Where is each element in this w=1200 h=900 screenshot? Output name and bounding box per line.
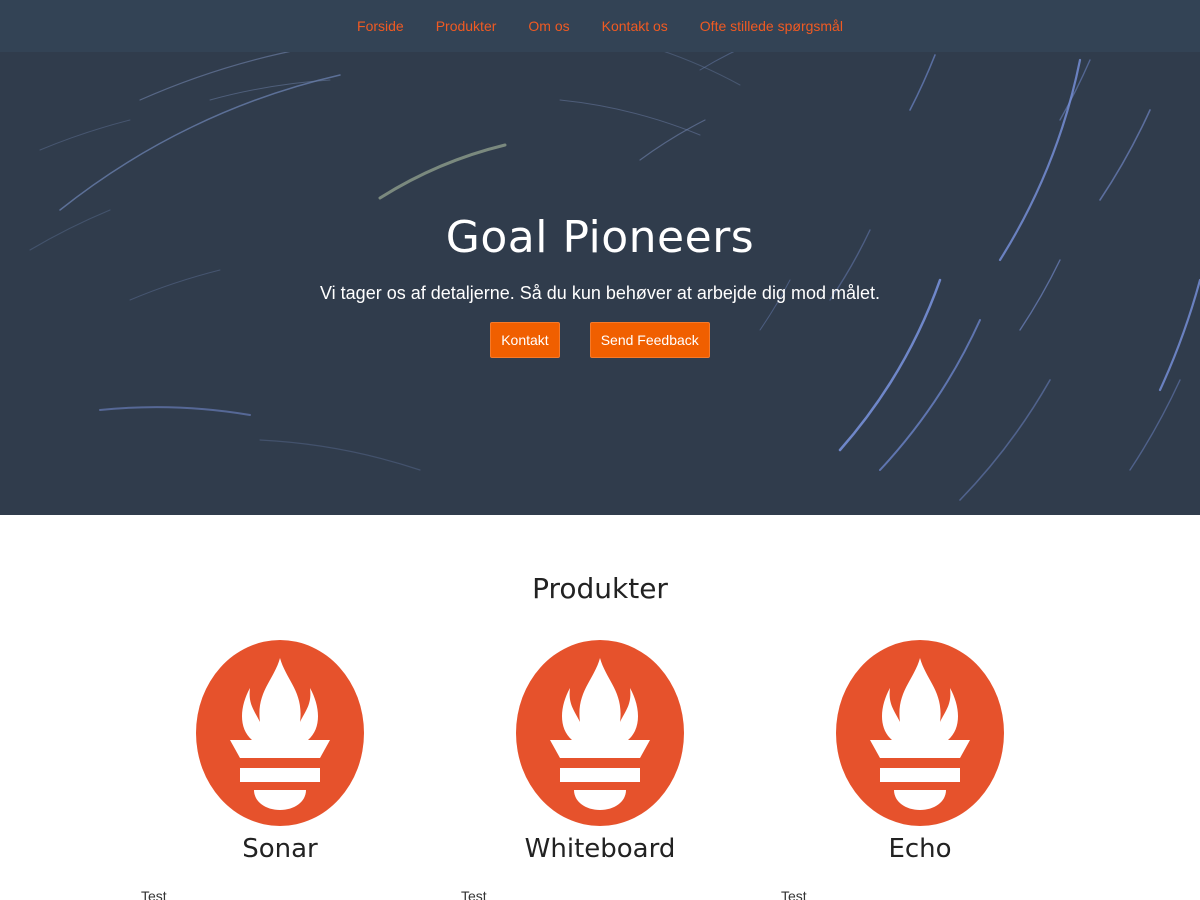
send-feedback-button[interactable]: Send Feedback — [589, 322, 710, 358]
product-card-sonar: Sonar Test — [120, 640, 440, 900]
nav-item-faq[interactable]: Ofte stillede spørgsmål — [700, 18, 843, 34]
hero-subtitle: Vi tager os af detaljerne. Så du kun beh… — [319, 283, 880, 303]
product-card-whiteboard: Whiteboard Test — [440, 640, 760, 900]
nav-item-om-os[interactable]: Om os — [528, 18, 569, 34]
product-name: Echo — [888, 834, 952, 864]
product-name: Whiteboard — [524, 834, 676, 864]
hero-content: Goal Pioneers Vi tager os af detaljerne.… — [0, 212, 1200, 358]
product-description: Test — [781, 888, 807, 900]
hero-buttons: Kontakt Send Feedback — [0, 322, 1200, 358]
products-heading: Produkter — [532, 572, 668, 605]
hero-section: Goal Pioneers Vi tager os af detaljerne.… — [0, 0, 1200, 515]
contact-button[interactable]: Kontakt — [490, 322, 560, 358]
nav-item-produkter[interactable]: Produkter — [436, 18, 497, 34]
top-navbar: Forside Produkter Om os Kontakt os Ofte … — [0, 0, 1200, 52]
hero-title: Goal Pioneers — [445, 212, 755, 263]
nav-item-kontakt-os[interactable]: Kontakt os — [602, 18, 668, 34]
flame-torch-icon — [196, 640, 364, 826]
product-description: Test — [141, 888, 167, 900]
product-description: Test — [461, 888, 487, 900]
product-name: Sonar — [242, 834, 318, 864]
nav-item-forside[interactable]: Forside — [357, 18, 404, 34]
flame-torch-icon — [836, 640, 1004, 826]
product-card-echo: Echo Test — [760, 640, 1080, 900]
flame-torch-icon — [516, 640, 684, 826]
